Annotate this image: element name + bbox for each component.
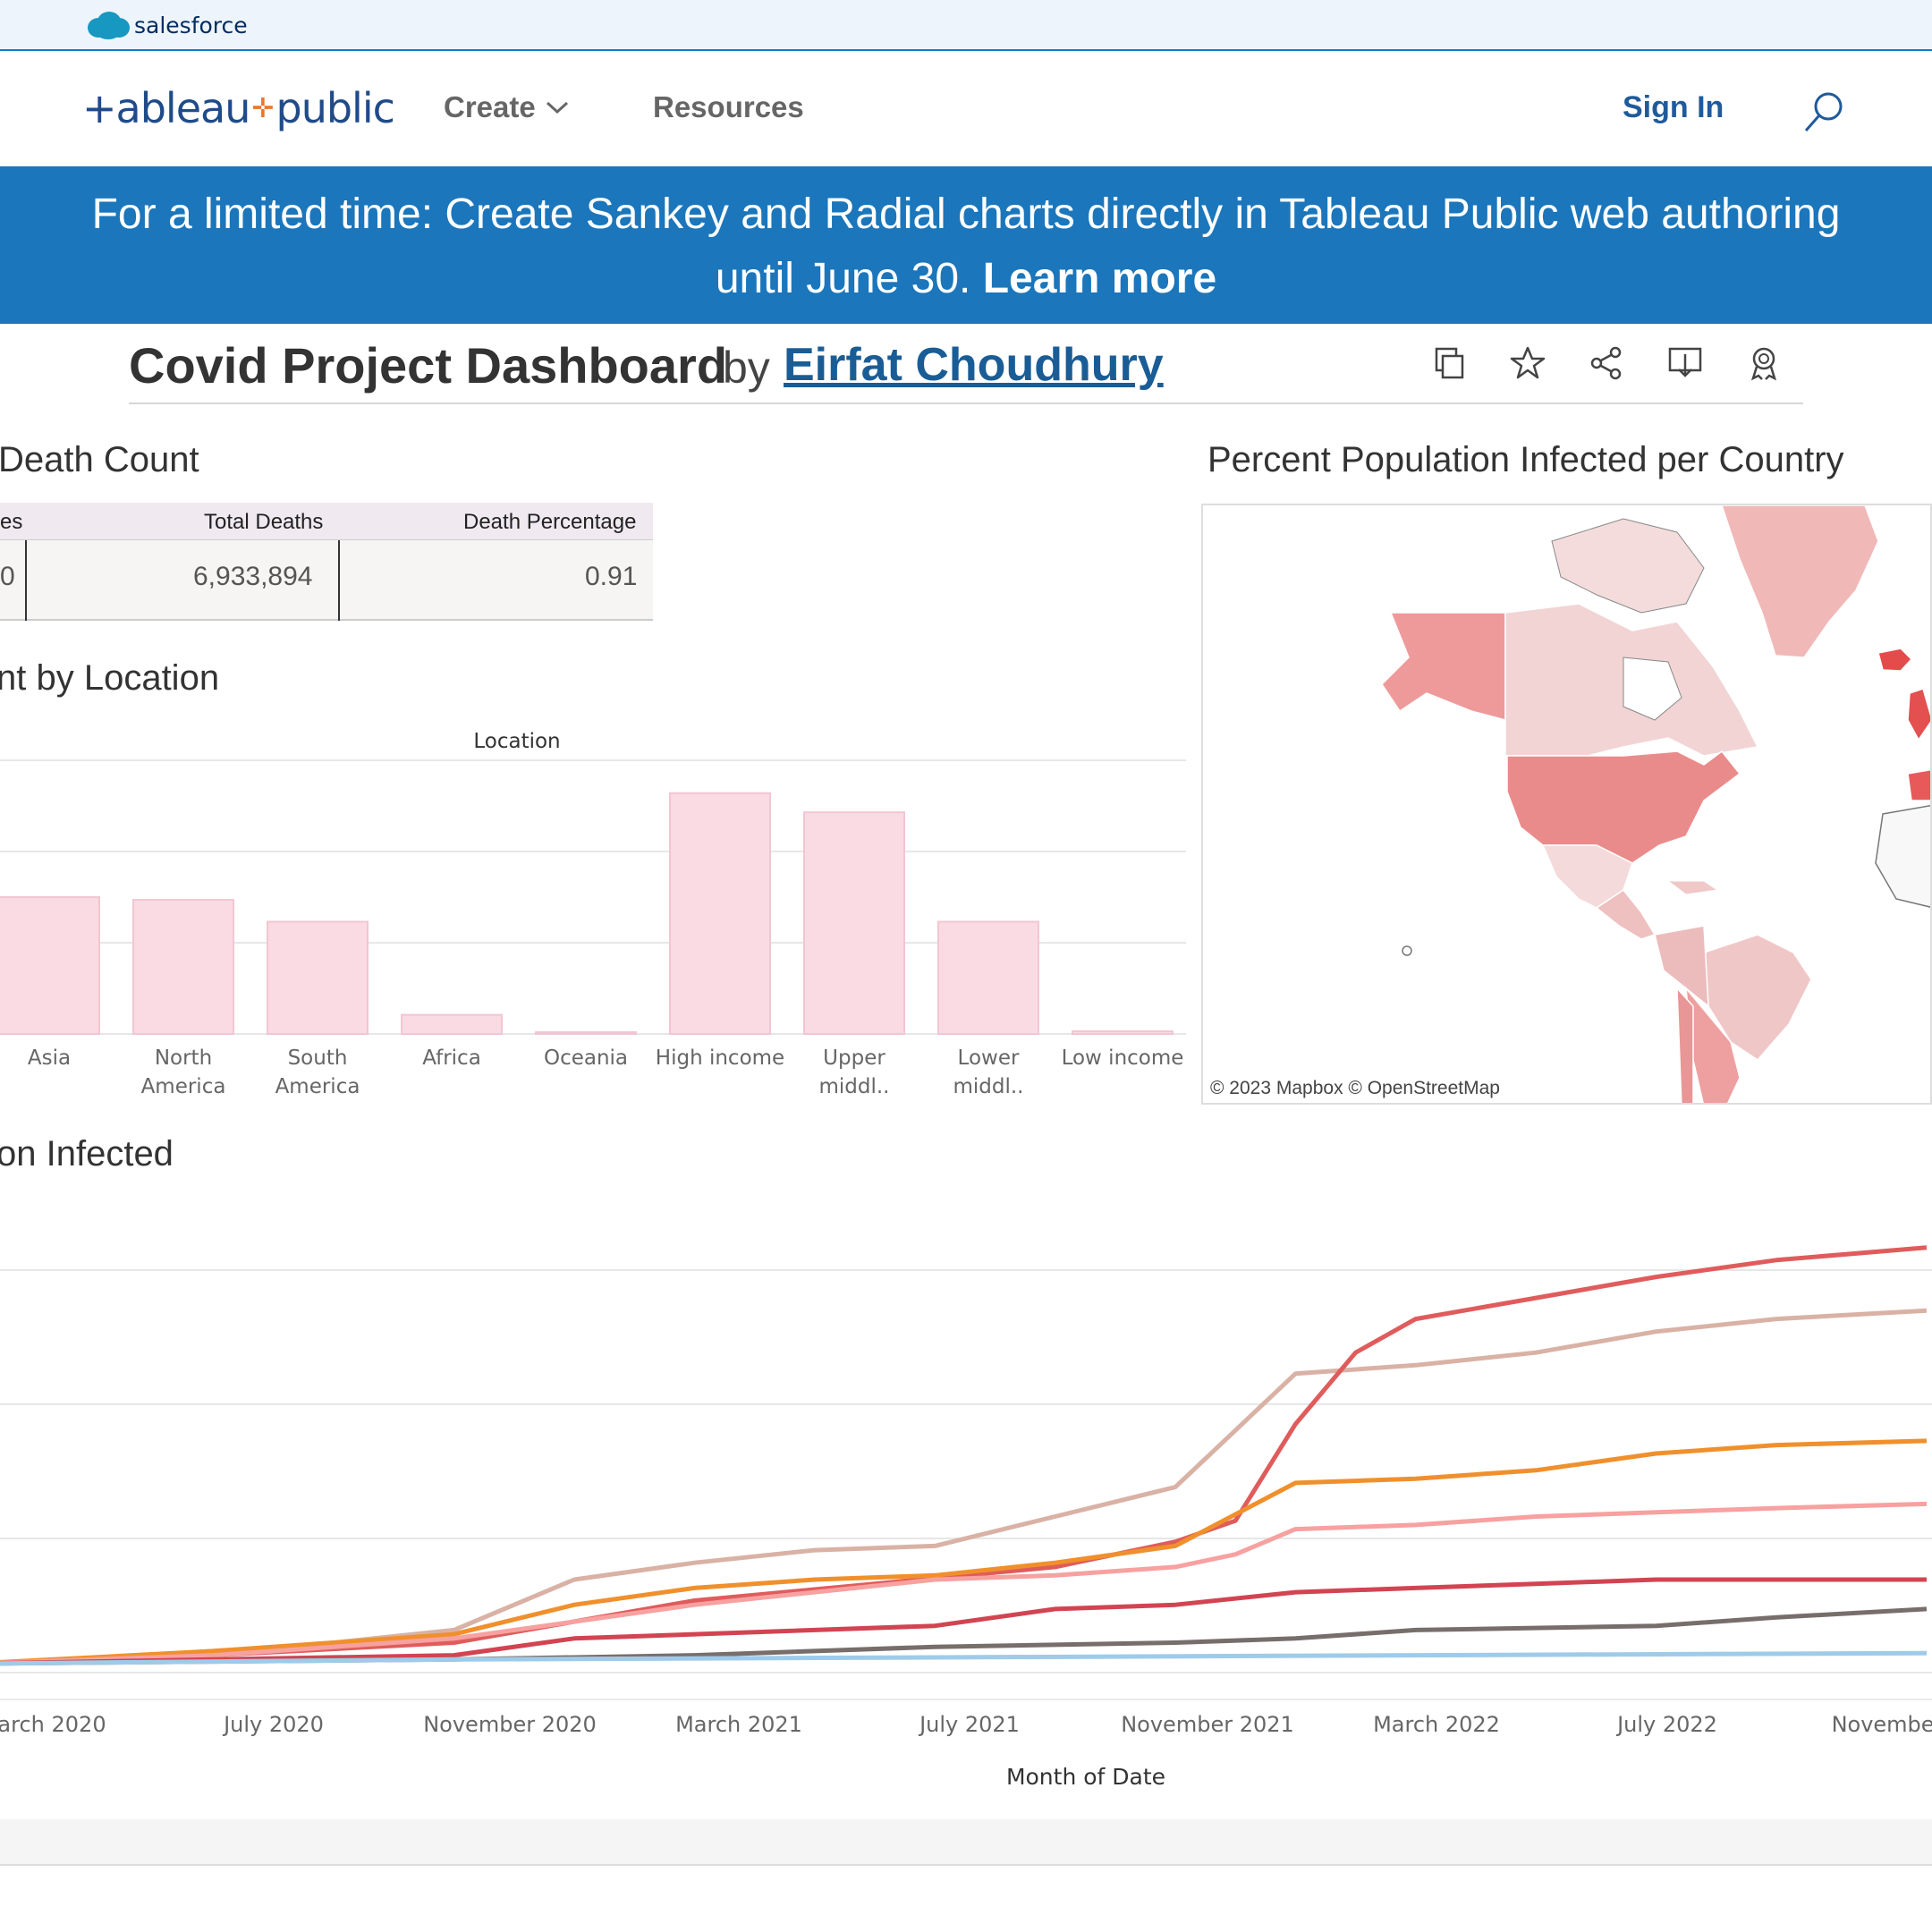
header-cell-death-percentage: Death Percentage	[463, 510, 637, 534]
bar-label: Asia	[28, 1046, 71, 1070]
x-tick-label: July 2021	[918, 1712, 1020, 1737]
line-series-4[interactable]	[0, 1501, 1928, 1665]
favorite-star-icon[interactable]	[1510, 345, 1546, 381]
bar-label: North	[155, 1046, 212, 1070]
logo-word-right: public	[275, 84, 395, 132]
banner-line-2-text: until June 30.	[715, 255, 971, 302]
location-bar-chart: Location Asia North America South America Afr…	[0, 730, 1186, 1098]
bar-label: America	[141, 1075, 226, 1098]
x-tick-label: March 2022	[1373, 1712, 1500, 1737]
header-cell-total-deaths: Total Deaths	[204, 510, 324, 534]
map-region-hawaii	[1402, 945, 1412, 956]
chevron-down-icon	[546, 101, 568, 114]
map-title: Percent Population Infected per Country	[1208, 440, 1844, 479]
bar-label: Lower	[958, 1046, 1020, 1070]
bar-label: middl..	[953, 1075, 1023, 1098]
bar-label: Upper	[823, 1046, 886, 1070]
map-region-africa	[1875, 804, 1930, 908]
bar-south-america[interactable]	[267, 920, 369, 1035]
map-region-chile[interactable]	[1676, 986, 1694, 1105]
death-count-title: Death Count	[0, 440, 199, 479]
cell-death-percentage: 0.91	[585, 562, 638, 591]
viz-by-label: by	[723, 343, 770, 393]
salesforce-logo[interactable]: salesforce	[86, 9, 248, 41]
table-row[interactable]	[0, 540, 653, 621]
tableau-public-logo[interactable]: +ableau ✛ public	[82, 81, 395, 135]
author-link[interactable]: Eirfat Choudhury	[784, 338, 1164, 392]
bar-upper-middl-[interactable]	[803, 811, 905, 1035]
line-series-1[interactable]	[0, 1308, 1928, 1665]
column-divider	[338, 540, 340, 621]
promo-banner: For a limited time: Create Sankey and Ra…	[0, 166, 1932, 324]
nav-create-label: Create	[444, 90, 536, 123]
column-divider	[25, 540, 27, 621]
viz-title: Covid Project Dashboard	[129, 337, 728, 394]
bar-north-america[interactable]	[132, 899, 234, 1035]
bar-label: middl..	[818, 1075, 889, 1098]
location-axis-header: Location	[473, 730, 560, 753]
infected-chart-title: on Infected	[0, 1134, 174, 1174]
nav-resources-link[interactable]: Resources	[653, 90, 804, 124]
bar-oceania[interactable]	[535, 1031, 637, 1035]
salesforce-label: salesforce	[134, 12, 248, 38]
map-region-uk[interactable]	[1907, 688, 1932, 741]
banner-line-2: until June 30. Learn more	[0, 247, 1932, 311]
bar-lower-middl-[interactable]	[937, 920, 1039, 1035]
bar-label: America	[275, 1075, 360, 1098]
x-tick-label: November 2020	[423, 1712, 597, 1737]
x-tick-label: November 2021	[1121, 1712, 1294, 1737]
cell-total-deaths: 6,933,894	[193, 562, 313, 591]
logo-word-left: +ableau	[82, 84, 250, 132]
bar-high-income[interactable]	[669, 792, 771, 1035]
banner-line-1: For a limited time: Create Sankey and Ra…	[91, 191, 1841, 238]
map-region-iberia[interactable]	[1907, 768, 1932, 801]
x-tick-label: March 2021	[675, 1712, 802, 1737]
sign-in-link[interactable]: Sign In	[1623, 90, 1724, 125]
location-chart-title: nt by Location	[0, 658, 220, 698]
map-region-caribbean[interactable]	[1666, 880, 1719, 895]
world-map	[1381, 505, 1932, 1105]
viz-header: Covid Project Dashboard by Eirfat Choudh…	[129, 331, 1803, 404]
x-tick-label: November	[1832, 1712, 1932, 1737]
logo-plus-icon: ✛	[251, 93, 275, 123]
x-axis-title: Month of Date	[1006, 1764, 1165, 1790]
line-series-3[interactable]	[0, 1438, 1928, 1665]
infected-line-chart: arch 2020 July 2020 November 2020 March 202…	[0, 1245, 1932, 1790]
map-region-iceland[interactable]	[1877, 648, 1913, 672]
bar-label: High income	[656, 1046, 784, 1070]
map-region-arctic-islands	[1551, 518, 1705, 614]
nav-create-menu[interactable]: Create	[444, 90, 570, 124]
share-icon[interactable]	[1589, 345, 1624, 381]
x-tick-label: July 2022	[1615, 1712, 1717, 1737]
x-tick-label: July 2020	[222, 1712, 324, 1737]
x-tick-label: arch 2020	[0, 1712, 106, 1737]
bar-label: South	[288, 1046, 348, 1070]
map-region-alaska[interactable]	[1381, 612, 1506, 721]
learn-more-link[interactable]: Learn more	[983, 255, 1216, 302]
bar-label: Africa	[422, 1046, 481, 1070]
download-icon[interactable]	[1667, 345, 1703, 381]
map-region-greenland[interactable]	[1721, 505, 1879, 658]
header-cell-cases: es	[0, 510, 23, 534]
cell-cases: 0	[0, 562, 15, 591]
death-count-table: es Total Deaths Death Percentage 0 6,933…	[0, 503, 653, 621]
search-icon[interactable]	[1801, 90, 1846, 135]
copy-icon[interactable]	[1431, 345, 1467, 381]
viz-footer-toolbar	[0, 1819, 1932, 1866]
bar-label: Oceania	[544, 1046, 628, 1070]
badge-icon[interactable]	[1746, 345, 1782, 381]
bar-asia[interactable]	[0, 896, 100, 1035]
salesforce-bar: salesforce	[0, 0, 1932, 51]
nav-resources-label: Resources	[653, 90, 804, 123]
top-nav: +ableau ✛ public Create Resources Sign I…	[0, 53, 1932, 166]
bar-low-income[interactable]	[1072, 1030, 1174, 1036]
map-region-usa[interactable]	[1506, 750, 1741, 864]
infection-map[interactable]: © 2023 Mapbox © OpenStreetMap	[1201, 504, 1932, 1105]
bar-label: Low income	[1062, 1046, 1184, 1070]
map-attribution: © 2023 Mapbox © OpenStreetMap	[1210, 1078, 1500, 1098]
salesforce-cloud-icon	[88, 12, 130, 39]
bar-africa[interactable]	[401, 1013, 503, 1035]
